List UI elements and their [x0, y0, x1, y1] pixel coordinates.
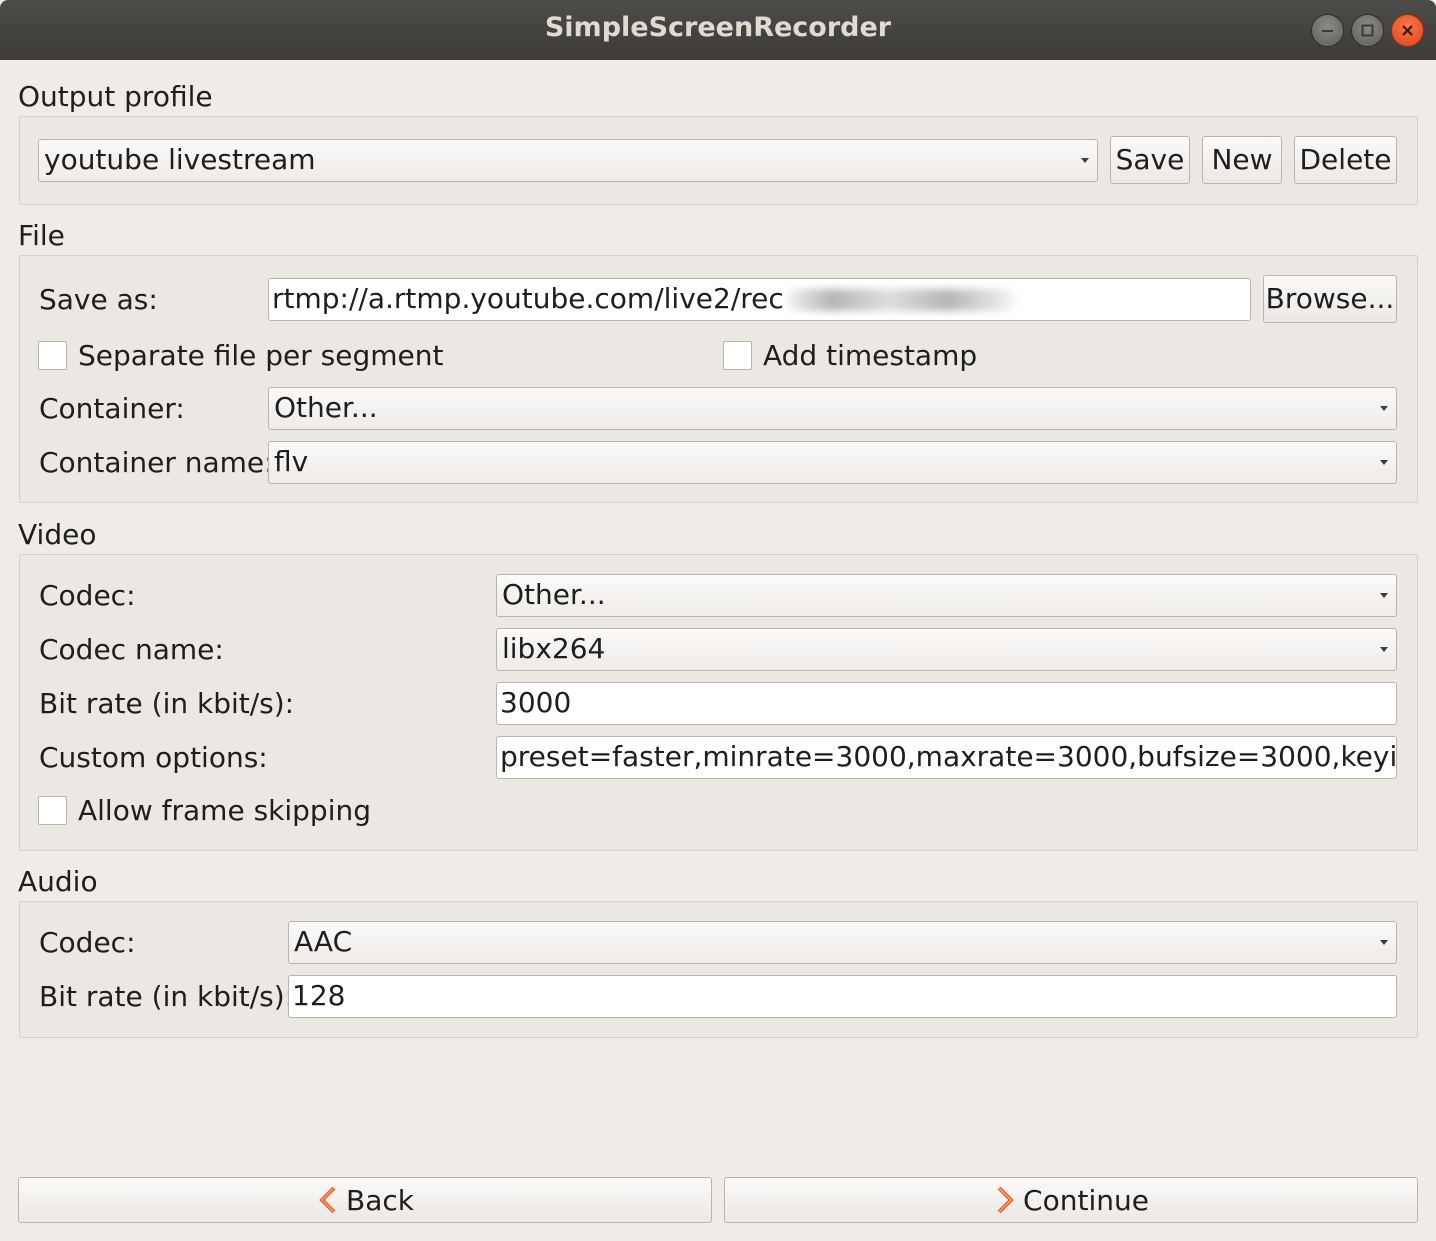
main-window: SimpleScreenRecorder Output profile yout… [0, 0, 1436, 1241]
video-bitrate-input[interactable]: 3000 [496, 682, 1397, 725]
audio-codec-label: Codec: [39, 926, 136, 959]
back-button[interactable]: Back [18, 1177, 712, 1223]
audio-codec-value: AAC [294, 925, 353, 958]
video-codec-value: Other... [502, 578, 606, 611]
close-button[interactable] [1391, 14, 1424, 47]
maximize-icon [1361, 24, 1374, 37]
video-codec-name-select[interactable]: libx264 [496, 628, 1397, 671]
audio-bitrate-input[interactable]: 128 [288, 975, 1397, 1018]
audio-bitrate-label: Bit rate (in kbit/s): [39, 980, 295, 1013]
back-button-label: Back [346, 1183, 414, 1217]
audio-heading: Audio [18, 865, 98, 898]
video-codec-label: Codec: [39, 579, 136, 612]
custom-options-label: Custom options: [39, 741, 268, 774]
container-name-label: Container name: [39, 446, 274, 479]
continue-button-label: Continue [1023, 1183, 1149, 1217]
chevron-left-icon [319, 1186, 336, 1214]
video-codec-name-value: libx264 [502, 632, 606, 665]
video-codec-select[interactable]: Other... [496, 574, 1397, 617]
file-heading: File [18, 219, 65, 252]
video-bitrate-value: 3000 [500, 686, 572, 719]
delete-profile-button[interactable]: Delete [1294, 136, 1397, 184]
audio-codec-select[interactable]: AAC [288, 921, 1397, 964]
window-title: SimpleScreenRecorder [544, 12, 892, 43]
minimize-button[interactable] [1311, 14, 1344, 47]
new-profile-button[interactable]: New [1202, 136, 1282, 184]
maximize-button[interactable] [1351, 14, 1384, 47]
video-heading: Video [18, 518, 97, 551]
save-profile-button[interactable]: Save [1110, 136, 1190, 184]
custom-options-value: preset=faster,minrate=3000,maxrate=3000,… [500, 740, 1397, 773]
minimize-icon [1322, 30, 1333, 32]
custom-options-input[interactable]: preset=faster,minrate=3000,maxrate=3000,… [496, 736, 1397, 779]
save-as-input[interactable]: rtmp://a.rtmp.youtube.com/live2/rec [268, 278, 1251, 321]
separate-file-checkbox[interactable] [38, 341, 67, 370]
profile-select-value: youtube livestream [44, 143, 316, 176]
video-bitrate-label: Bit rate (in kbit/s): [39, 687, 295, 720]
redacted-text [785, 289, 1016, 311]
container-select[interactable]: Other... [268, 387, 1397, 430]
continue-button[interactable]: Continue [724, 1177, 1418, 1223]
container-name-value: flv [274, 445, 309, 478]
add-timestamp-checkbox[interactable] [723, 341, 752, 370]
dropdown-arrow-icon [1380, 406, 1388, 411]
dropdown-arrow-icon [1380, 940, 1388, 945]
title-bar[interactable]: SimpleScreenRecorder [0, 0, 1436, 60]
container-select-value: Other... [274, 391, 378, 424]
dropdown-arrow-icon [1380, 593, 1388, 598]
output-profile-heading: Output profile [18, 80, 213, 113]
separate-file-label[interactable]: Separate file per segment [78, 339, 443, 372]
allow-frame-skipping-checkbox[interactable] [38, 796, 67, 825]
add-timestamp-label[interactable]: Add timestamp [763, 339, 977, 372]
container-label: Container: [39, 392, 185, 425]
browse-button[interactable]: Browse... [1263, 275, 1397, 323]
profile-select[interactable]: youtube livestream [38, 139, 1098, 182]
save-as-label: Save as: [39, 283, 158, 316]
dropdown-arrow-icon [1380, 460, 1388, 465]
video-codec-name-label: Codec name: [39, 633, 224, 666]
allow-frame-skipping-label[interactable]: Allow frame skipping [78, 794, 371, 827]
container-name-select[interactable]: flv [268, 441, 1397, 484]
close-icon [1402, 25, 1413, 36]
save-as-value: rtmp://a.rtmp.youtube.com/live2/rec [272, 282, 784, 315]
dropdown-arrow-icon [1380, 647, 1388, 652]
audio-bitrate-value: 128 [292, 979, 346, 1012]
chevron-right-icon [997, 1186, 1014, 1214]
dropdown-arrow-icon [1081, 158, 1089, 163]
